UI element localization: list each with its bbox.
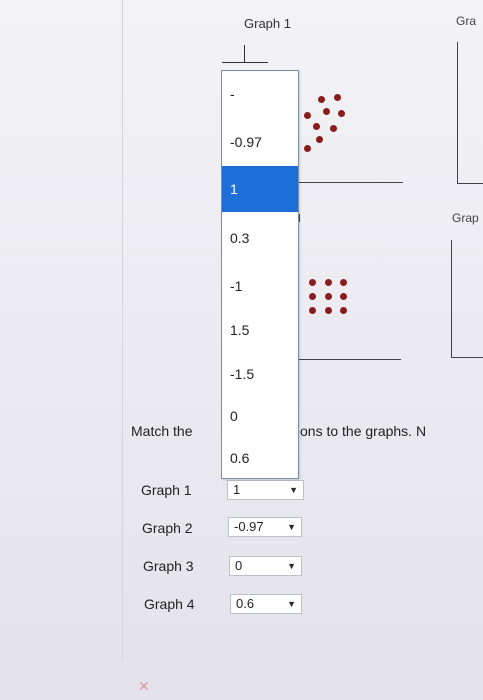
graph-4-y-axis <box>451 240 452 358</box>
graph-1-title: Graph 1 <box>244 16 291 31</box>
graph-3-point <box>325 307 332 314</box>
graph-3-point <box>340 279 347 286</box>
graph-4-select-value: 0.6 <box>236 596 255 611</box>
graph-1-axis-tick <box>244 45 245 63</box>
chevron-down-icon: ▼ <box>287 522 296 532</box>
graph-1-point <box>316 136 323 143</box>
chevron-down-icon: ▼ <box>289 485 298 495</box>
graph-2-y-axis <box>457 42 458 184</box>
graph-1-x-axis <box>297 182 403 183</box>
graph-1-label: Graph 1 <box>141 482 192 498</box>
graph-3-x-axis <box>297 359 401 360</box>
dropdown-option[interactable]: -1 <box>222 263 298 309</box>
graph-1-point <box>330 125 337 132</box>
graph-1-select[interactable]: 1 ▼ <box>227 480 304 500</box>
graph-1-point <box>334 94 341 101</box>
graph-1-point <box>338 110 345 117</box>
graph-3-select-value: 0 <box>235 558 243 573</box>
graph-3-point <box>325 293 332 300</box>
chevron-down-icon: ▼ <box>287 599 296 609</box>
dropdown-option[interactable]: 1.5 <box>222 307 298 353</box>
graph-1-axis-top <box>222 62 268 63</box>
graph-3-point <box>309 279 316 286</box>
dropdown-option[interactable]: 0.3 <box>222 215 298 261</box>
graph-4-title: Grap <box>452 211 479 225</box>
page: Graph 1 Gra Grap Match the ons to the gr… <box>0 0 483 700</box>
dropdown-option[interactable]: -0.97 <box>222 119 298 165</box>
graph-2-select[interactable]: -0.97 ▼ <box>228 517 302 537</box>
graph-4-x-axis <box>451 357 483 358</box>
dropdown-option[interactable]: 0.6 <box>222 435 298 481</box>
close-icon: ✕ <box>138 678 150 694</box>
dropdown-option[interactable]: - <box>222 71 298 117</box>
graph-3-point <box>309 293 316 300</box>
graph-3-point <box>340 293 347 300</box>
instruction-text-end: ons to the graphs. N <box>300 423 427 439</box>
graph-1-point <box>304 145 311 152</box>
graph-3-point <box>325 279 332 286</box>
graph-2-title: Gra <box>456 14 477 28</box>
graph-1-point <box>318 96 325 103</box>
divider <box>122 0 123 660</box>
instruction-text-start: Match the <box>131 423 193 439</box>
dropdown-option[interactable]: -1.5 <box>222 351 298 397</box>
dropdown-option[interactable]: 0 <box>222 393 298 439</box>
graph-4-select[interactable]: 0.6 ▼ <box>230 594 302 614</box>
graph-3-point <box>309 307 316 314</box>
graph-3-point <box>340 307 347 314</box>
graph-3-label: Graph 3 <box>143 558 194 574</box>
chevron-down-icon: ▼ <box>287 561 296 571</box>
graph-1-point <box>304 112 311 119</box>
graph-1-point <box>313 123 320 130</box>
graph-2-label: Graph 2 <box>142 520 193 536</box>
graph-2-x-axis <box>457 183 483 184</box>
dropdown-option-selected[interactable]: 1 <box>222 166 298 212</box>
value-dropdown-list[interactable]: - -0.97 1 0.3 -1 1.5 -1.5 0 0.6 <box>221 70 299 479</box>
graph-1-point <box>323 108 330 115</box>
graph-2-select-value: -0.97 <box>234 519 264 534</box>
graph-3-select[interactable]: 0 ▼ <box>229 556 302 576</box>
graph-1-select-value: 1 <box>233 482 241 497</box>
graph-4-label: Graph 4 <box>144 596 195 612</box>
